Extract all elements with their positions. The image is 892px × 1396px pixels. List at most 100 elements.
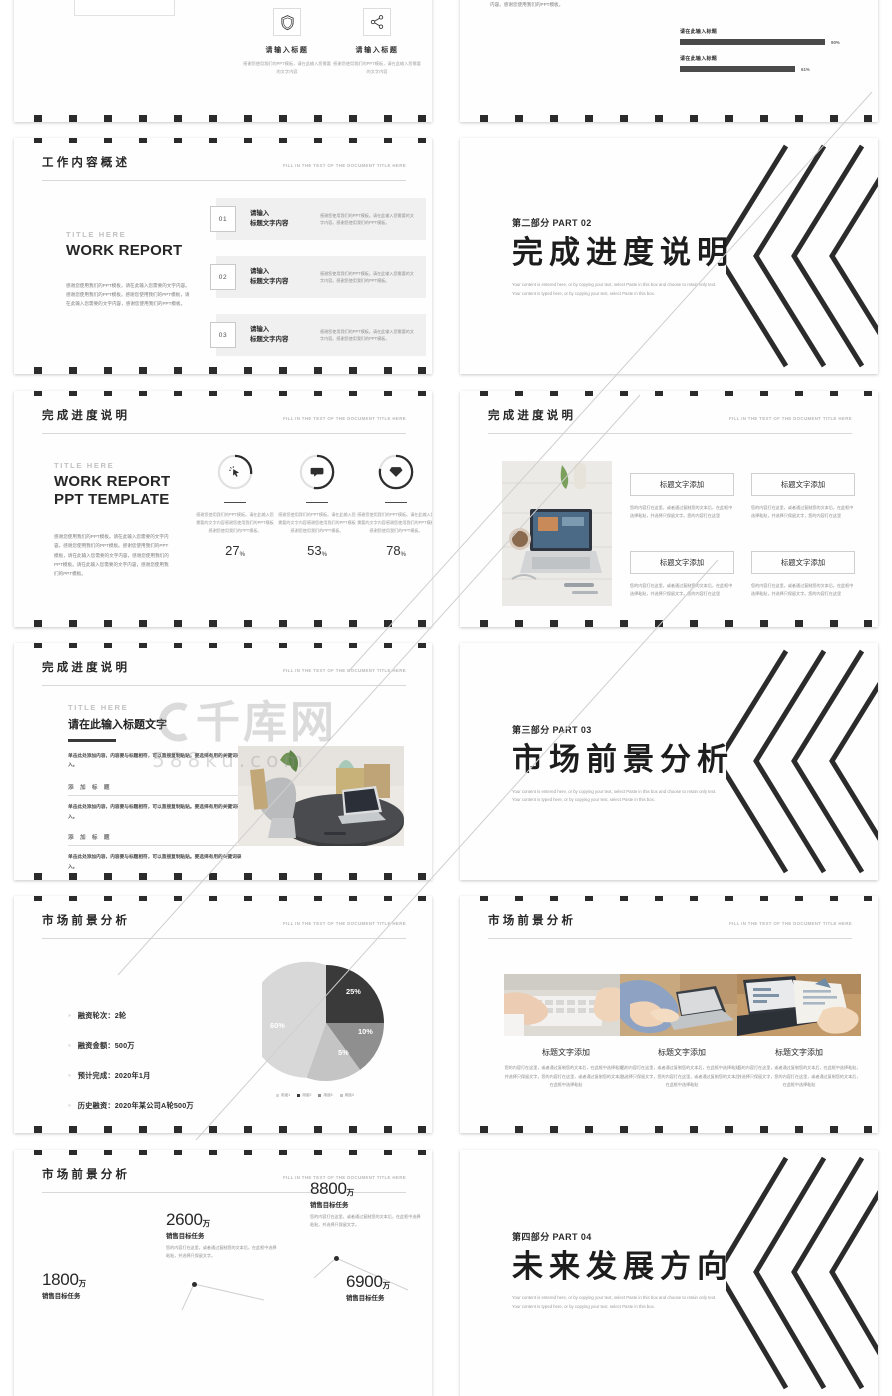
- card-paragraph: 您的内容打在这里，或者通过复制您的文本后，在此框中选择粘贴，并选择只保留文字，您…: [504, 1065, 628, 1087]
- box-paragraph: 您的内容打在这里，或者通过复制您的文本后，在此框中选择粘贴，并选择只保留文字。您…: [630, 504, 733, 518]
- chevron-double-icon: »: [68, 1103, 71, 1110]
- list-item[interactable]: 01 请输入 标题文字内容 感谢您使用我们的PPT模板。请在此输入您需要的文字内…: [210, 198, 426, 241]
- divider: [385, 501, 407, 504]
- business-card: 27% BUSINESS 感谢您使用我们的PPT模板，请在此输入您需要的文字内容…: [74, 0, 175, 16]
- stat-paragraph: 您的内容打在这里，或者通过复制您的文本后，在此框中选择粘贴，并选择只保留文字。: [310, 1213, 421, 1227]
- info-box[interactable]: 标题文字添加 您的内容打在这里，或者通过复制您的文本后，在此框中选择粘贴，并选择…: [630, 472, 734, 520]
- chevron-decoration: [726, 138, 878, 374]
- item-paragraph: 感谢您使用我们的PPT模板。请在此输入您需要的文字内容。感谢您使用我们的PPT模…: [320, 212, 414, 226]
- slide-cover-part03[interactable]: 第三部分 PART 03 市场前景分析 Your content is ente…: [460, 642, 878, 880]
- slide-market-numbers[interactable]: 市场前景分析 FILL IN THE TEXT OF THE DOCUMENT …: [14, 1149, 432, 1396]
- slide-cell-4: 第二部分 PART 02 完成进度说明 Your content is ente…: [446, 130, 892, 382]
- header-subtitle: FILL IN THE TEXT OF THE DOCUMENT TITLE H…: [282, 415, 406, 421]
- accent-dash: [68, 738, 116, 742]
- item-number: 03: [210, 322, 236, 349]
- slide-progress-boxes[interactable]: 完成进度说明 FILL IN THE TEXT OF THE DOCUMENT …: [460, 390, 878, 627]
- chevron-decoration: [726, 1150, 878, 1396]
- photo-card[interactable]: 标题文字添加 您的内容打在这里，或者通过复制您的文本后，在此框中选择粘贴，并选择…: [620, 974, 744, 1089]
- cover-paragraph: Your content is entered here, or by copy…: [512, 788, 717, 803]
- cover-text: 第三部分 PART 03 市场前景分析 Your content is ente…: [512, 723, 734, 805]
- feature-title: 请输入标题: [355, 47, 399, 54]
- bullet-text: 融资金额：500万: [77, 1041, 135, 1051]
- feature-block-shield[interactable]: 请输入标题 感谢您使用我们的PPT模板，请在此输入您需要的文字内容: [242, 8, 332, 76]
- heading: WORK REPORT: [66, 242, 183, 260]
- perforation-top: [14, 138, 432, 145]
- cover-heading: 未来发展方向: [512, 1248, 734, 1285]
- sub-paragraph: 单击此处添加内容，内容要与标题相符，可以直接复制贴贴。要选择有用的关键词录入。: [68, 854, 242, 869]
- slide-cell-6: 完成进度说明 FILL IN THE TEXT OF THE DOCUMENT …: [446, 383, 892, 635]
- keyboard-photo: [504, 974, 628, 1037]
- info-box[interactable]: 标题文字添加 您的内容打在这里，或者通过复制您的文本后，在此框中选择粘贴，并选择…: [751, 550, 855, 598]
- perforation-bottom: [460, 1126, 878, 1134]
- slide-progress-donuts[interactable]: 完成进度说明 FILL IN THE TEXT OF THE DOCUMENT …: [14, 390, 432, 627]
- list-item[interactable]: 02 请输入 标题文字内容 感谢您使用我们的PPT模板。请在此输入您需要的文字内…: [210, 256, 426, 299]
- number-stat: 1800万 销售目标任务: [42, 1270, 154, 1300]
- stat-number: 8800万: [310, 1178, 354, 1198]
- slide-cell-12: 第四部分 PART 04 未来发展方向 Your content is ente…: [446, 1142, 892, 1396]
- feature-block-share[interactable]: 请输入标题 感谢您使用我们的PPT模板，请在此输入您需要的文字内容: [332, 8, 422, 76]
- stat-paragraph: 感谢您使用我们的PPT模板。请在此输入您需要的文字内容感谢您使用我们的PPT模板…: [357, 512, 432, 534]
- photo-card[interactable]: 标题文字添加 您的内容打在这里，或者通过复制您的文本后，在此框中选择粘贴，并选择…: [737, 974, 861, 1089]
- stat-paragraph: 感谢您使用我们的PPT模板。请在此输入您需要的文字内容感谢您使用我们的PPT模板…: [196, 512, 274, 534]
- perforation-top: [14, 896, 432, 903]
- slide-company-intro[interactable]: 内容。感谢您使用我们的PPT模板。 请在此输入标题 90% 请在此输入标题 61…: [460, 0, 878, 122]
- slide-header: 完成进度说明 FILL IN THE TEXT OF THE DOCUMENT …: [42, 407, 406, 423]
- cursor-click-icon: [229, 465, 240, 477]
- item-paragraph: 感谢您使用我们的PPT模板。请在此输入您需要的文字内容。感谢您使用我们的PPT模…: [320, 328, 414, 342]
- info-box[interactable]: 标题文字添加 您的内容打在这里，或者通过复制您的文本后，在此框中选择粘贴，并选择…: [751, 472, 855, 520]
- shield-icon: [273, 8, 301, 36]
- box-heading: 标题文字添加: [630, 550, 734, 574]
- stat-number: 6900万: [346, 1271, 390, 1291]
- slide-cell-8: 第三部分 PART 03 市场前景分析 Your content is ente…: [446, 635, 892, 888]
- slide-work-report[interactable]: 工作内容概述 FILL IN THE TEXT OF THE DOCUMENT …: [14, 138, 432, 375]
- stat-block[interactable]: 感谢您使用我们的PPT模板。请在此输入您需要的文字内容感谢您使用我们的PPT模板…: [272, 453, 362, 559]
- stat-value: 53%: [307, 543, 327, 559]
- header-subtitle: FILL IN THE TEXT OF THE DOCUMENT TITLE H…: [282, 667, 406, 673]
- progress-value: 90%: [831, 39, 840, 45]
- item-paragraph: 感谢您使用我们的PPT模板。请在此输入您需要的文字内容。感谢您使用我们的PPT模…: [320, 270, 414, 284]
- sub-heading: 添 加 标 题: [68, 785, 112, 792]
- list-item[interactable]: 03 请输入 标题文字内容 感谢您使用我们的PPT模板。请在此输入您需要的文字内…: [210, 314, 426, 357]
- heading-line-1: WORK REPORT: [54, 472, 171, 490]
- slide-market-photos[interactable]: 市场前景分析 FILL IN THE TEXT OF THE DOCUMENT …: [460, 896, 878, 1134]
- pie-label: 10%: [358, 1027, 373, 1037]
- chat-bubble-icon: [310, 467, 324, 477]
- legend-item: 用途2: [297, 1093, 311, 1098]
- number-stat: 2600万 销售目标任务 您的内容打在这里，或者通过复制您的文本后，在此框中选择…: [166, 1210, 278, 1260]
- stat-title: 销售目标任务: [346, 1294, 385, 1302]
- perforation-bottom: [460, 619, 878, 627]
- card-heading: 标题文字添加: [775, 1048, 823, 1058]
- number-stat: 6900万 销售目标任务: [346, 1272, 432, 1302]
- eyebrow: TITLE HERE: [66, 230, 127, 240]
- paragraph: 感谢您使用我们的PPT模板，请在此输入您需要的文字内容。感谢您使用我们的PPT模…: [66, 283, 190, 307]
- info-box[interactable]: 标题文字添加 您的内容打在这里，或者通过复制您的文本后，在此框中选择粘贴，并选择…: [630, 550, 734, 598]
- sub-heading: 添 加 标 题: [68, 835, 112, 842]
- header-divider: [488, 432, 852, 434]
- list-item: » 预计完成：2020年1月: [68, 1071, 194, 1081]
- stat-block[interactable]: 感谢您使用我们的PPT模板。请在此输入您需要的文字内容感谢您使用我们的PPT模板…: [190, 453, 280, 558]
- slide-cell-11: 市场前景分析 FILL IN THE TEXT OF THE DOCUMENT …: [0, 1142, 446, 1396]
- share-icon: [363, 8, 391, 36]
- divider: [68, 795, 244, 797]
- donut-intro: TITLE HERE WORK REPORT PPT TEMPLATE 感谢您使…: [54, 461, 172, 578]
- header-divider: [42, 684, 406, 686]
- pie-label: 5%: [338, 1048, 349, 1058]
- perforation-bottom: [14, 872, 432, 880]
- slide-cover-part04[interactable]: 第四部分 PART 04 未来发展方向 Your content is ente…: [460, 1149, 878, 1396]
- legend-item: 用途4: [339, 1093, 354, 1098]
- document-laptop-photo: [737, 974, 861, 1037]
- photo-card[interactable]: 标题文字添加 您的内容打在这里，或者通过复制您的文本后，在此框中选择粘贴，并选择…: [504, 974, 628, 1089]
- legend-item: 用途1: [276, 1093, 290, 1098]
- slide-cover-part02[interactable]: 第二部分 PART 02 完成进度说明 Your content is ente…: [460, 138, 878, 375]
- header-subtitle: FILL IN THE TEXT OF THE DOCUMENT TITLE H…: [282, 921, 406, 927]
- stat-block[interactable]: 感谢您使用我们的PPT模板。请在此输入您需要的文字内容感谢您使用我们的PPT模板…: [351, 453, 432, 558]
- card-heading: 标题文字添加: [542, 1048, 590, 1058]
- number-stat: 8800万 销售目标任务 您的内容打在这里，或者通过复制您的文本后，在此框中选择…: [310, 1179, 422, 1229]
- intro-line: 内容。感谢您使用我们的PPT模板。: [490, 2, 564, 7]
- slide-title-image[interactable]: 完成进度说明 FILL IN THE TEXT OF THE DOCUMENT …: [14, 642, 432, 880]
- slide-market-pie[interactable]: 市场前景分析 FILL IN THE TEXT OF THE DOCUMENT …: [14, 896, 432, 1134]
- card-paragraph: 您的内容打在这里，或者通过复制您的文本后，在此框中选择粘贴，并选择只保留文字，您…: [737, 1065, 861, 1087]
- slide-business-stats[interactable]: 27% BUSINESS 感谢您使用我们的PPT模板，请在此输入您需要的文字内容…: [14, 0, 432, 122]
- cover-heading: 完成进度说明: [512, 235, 734, 272]
- cover-text: 第二部分 PART 02 完成进度说明 Your content is ente…: [512, 216, 734, 298]
